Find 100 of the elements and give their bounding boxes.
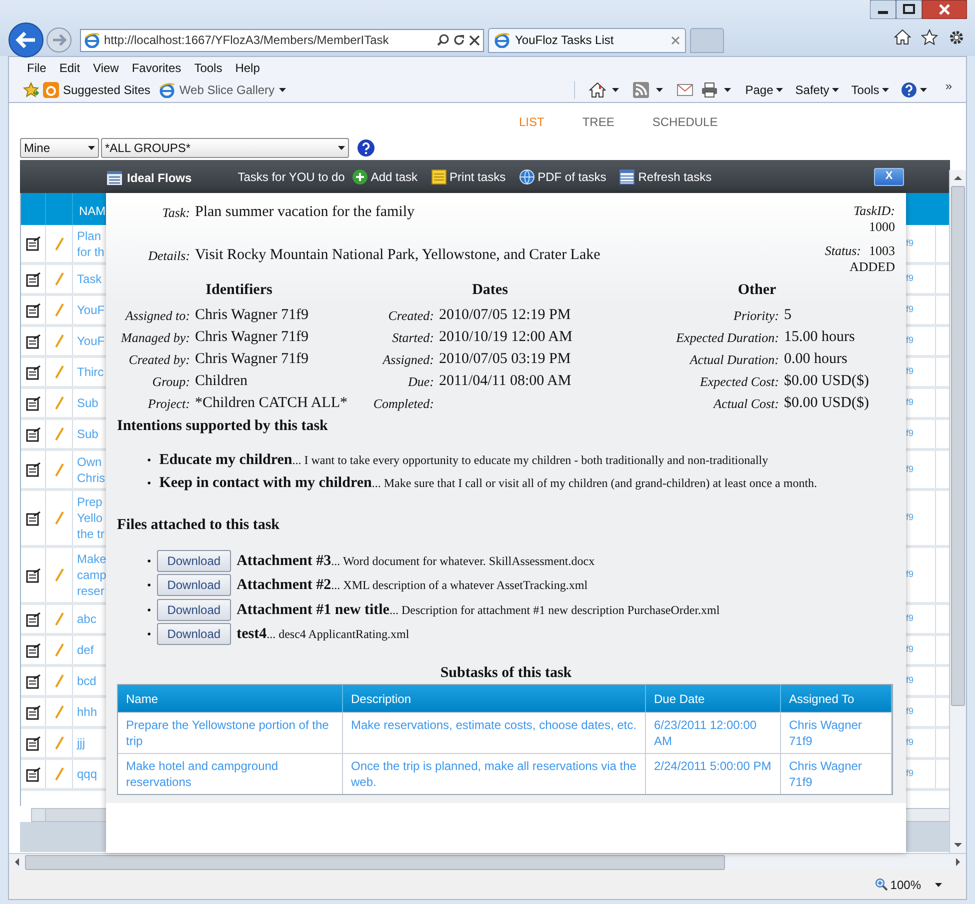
task-link-fragment[interactable]: Make: [77, 551, 106, 567]
task-link-fragment[interactable]: Sub: [77, 426, 106, 442]
notepad-icon[interactable]: [26, 736, 40, 750]
table-cell-link[interactable]: Make hotel and campground reservations: [118, 754, 343, 794]
table-cell-link[interactable]: Chris Wagner 71f9: [781, 713, 892, 753]
notepad-icon[interactable]: [26, 334, 40, 348]
star-icon[interactable]: [921, 29, 938, 45]
search-icon[interactable]: [437, 34, 449, 46]
close-icon[interactable]: [671, 36, 680, 44]
close-button[interactable]: [922, 0, 967, 19]
assignee-fragment[interactable]: f9: [906, 705, 914, 719]
printer-icon[interactable]: [701, 82, 718, 98]
table-cell-link[interactable]: Chris Wagner 71f9: [781, 754, 892, 794]
close-button[interactable]: X: [874, 168, 904, 186]
caret-icon[interactable]: [656, 88, 664, 92]
assignee-fragment[interactable]: f9: [906, 643, 914, 657]
notepad-icon[interactable]: [26, 642, 40, 658]
notepad-icon[interactable]: [26, 704, 40, 720]
table-cell-link[interactable]: 6/23/2011 12:00:00 AM: [646, 713, 781, 753]
menu-item[interactable]: File: [27, 58, 46, 76]
column-header[interactable]: Assigned To: [781, 685, 892, 712]
task-link-fragment[interactable]: reser: [77, 583, 106, 599]
task-link-fragment[interactable]: camp: [77, 567, 106, 583]
table-cell-link[interactable]: 2/24/2011 5:00:00 PM: [646, 754, 781, 794]
menu-item[interactable]: Help: [235, 58, 260, 76]
nav-tab[interactable]: TREE: [582, 113, 614, 131]
settings-icon[interactable]: [948, 29, 965, 46]
caret-icon[interactable]: [612, 88, 620, 92]
toolbar-button[interactable]: PDF of tasks: [518, 168, 606, 186]
assignee-fragment[interactable]: f9: [906, 427, 914, 441]
task-link-fragment[interactable]: hhh: [77, 704, 106, 720]
assignee-fragment[interactable]: f9: [906, 303, 914, 317]
notepad-icon[interactable]: [26, 272, 40, 286]
menu-item[interactable]: Tools: [194, 58, 222, 76]
menu-item[interactable]: Edit: [59, 58, 80, 76]
stop-icon[interactable]: [469, 34, 480, 46]
task-link-fragment[interactable]: YouF: [77, 333, 106, 349]
task-link-fragment[interactable]: Plan: [77, 228, 106, 244]
command-menu[interactable]: Page: [745, 81, 784, 99]
toolbar-button[interactable]: Refresh tasks: [619, 168, 712, 186]
task-link-fragment[interactable]: bcd: [77, 673, 106, 689]
task-link-fragment[interactable]: Sub: [77, 395, 106, 411]
refresh-icon[interactable]: [453, 34, 465, 46]
caret-icon[interactable]: [920, 88, 928, 92]
page-scrollbar[interactable]: [949, 170, 966, 853]
download-button[interactable]: Download: [157, 550, 231, 572]
task-link-fragment[interactable]: Prep: [77, 494, 106, 510]
rss-icon[interactable]: [633, 82, 650, 98]
assignee-fragment[interactable]: f9: [906, 568, 914, 582]
task-link-fragment[interactable]: qqq: [77, 766, 106, 782]
notepad-icon[interactable]: [26, 426, 40, 442]
menu-item[interactable]: Favorites: [132, 58, 182, 76]
assignee-fragment[interactable]: f9: [906, 511, 914, 525]
minimize-button[interactable]: [870, 0, 896, 19]
browser-tab[interactable]: YouFloz Tasks List: [488, 28, 686, 52]
column-header[interactable]: Due Date: [646, 685, 781, 712]
notepad-icon[interactable]: [26, 462, 40, 477]
notepad-icon[interactable]: [26, 674, 40, 688]
assignee-fragment[interactable]: f9: [906, 334, 914, 348]
assignee-fragment[interactable]: f9: [906, 272, 914, 286]
dropdown[interactable]: *ALL GROUPS*: [101, 138, 349, 158]
task-link-fragment[interactable]: Thirc: [77, 364, 106, 380]
assignee-fragment[interactable]: f9: [906, 365, 914, 379]
assignee-fragment[interactable]: f9: [906, 736, 914, 750]
help-icon[interactable]: [901, 82, 918, 98]
maximize-button[interactable]: [896, 0, 922, 19]
assignee-fragment[interactable]: f9: [906, 462, 914, 476]
download-button[interactable]: Download: [157, 623, 231, 646]
home-icon[interactable]: [589, 82, 606, 98]
dropdown[interactable]: Mine: [20, 138, 99, 158]
task-link-fragment[interactable]: def: [77, 642, 106, 658]
table-cell-link[interactable]: Once the trip is planned, make all reservations via the web.: [343, 754, 646, 794]
favorites-link[interactable]: Web Slice Gallery: [159, 81, 286, 99]
task-link-fragment[interactable]: Task: [77, 271, 106, 287]
table-cell-link[interactable]: Prepare the Yellowstone portion of the trip: [118, 713, 343, 753]
help-icon[interactable]: [357, 139, 375, 157]
task-link-fragment[interactable]: jjj: [77, 735, 106, 751]
back-button[interactable]: [8, 22, 44, 58]
task-link-fragment[interactable]: abc: [77, 611, 106, 627]
column-header[interactable]: NAM: [73, 193, 106, 225]
command-menu[interactable]: Safety: [795, 81, 840, 99]
menu-item[interactable]: View: [93, 58, 119, 76]
assignee-fragment[interactable]: f9: [906, 767, 914, 781]
task-link-fragment[interactable]: the tr: [77, 526, 106, 542]
toolbar-button[interactable]: Add task: [352, 168, 418, 186]
notepad-icon[interactable]: [26, 766, 40, 782]
assignee-fragment[interactable]: f9: [906, 236, 914, 250]
download-button[interactable]: Download: [157, 574, 231, 596]
mail-icon[interactable]: [677, 84, 694, 96]
command-menu[interactable]: Tools: [851, 81, 890, 99]
download-button[interactable]: Download: [157, 598, 231, 621]
notepad-icon[interactable]: [26, 302, 40, 318]
page-scrollbar[interactable]: [9, 853, 966, 870]
caret-icon[interactable]: [724, 88, 732, 92]
assignee-fragment[interactable]: f9: [906, 396, 914, 410]
toolbar-button[interactable]: Print tasks: [430, 168, 506, 186]
caret-icon[interactable]: [935, 882, 942, 886]
assignee-fragment[interactable]: f9: [906, 674, 914, 688]
task-link-fragment[interactable]: Yello: [77, 510, 106, 526]
notepad-icon[interactable]: [26, 510, 40, 526]
